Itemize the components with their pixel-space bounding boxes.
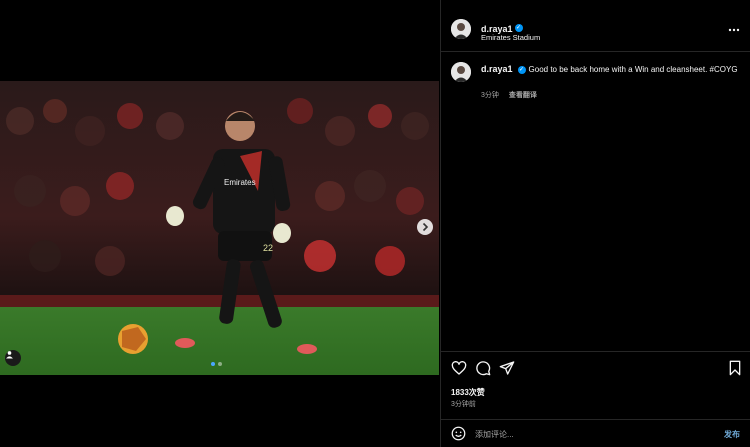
verified-badge-icon: ✓ — [514, 23, 523, 32]
avatar-image — [451, 62, 471, 82]
actions-divider — [441, 351, 750, 352]
carousel-dot-2 — [218, 362, 222, 366]
caption-time: 3分钟 — [481, 92, 499, 99]
post-header: d.raya1 ✓ Emirates Stadium — [441, 10, 750, 50]
caption-meta: 3分钟 查看翻译 — [481, 90, 545, 100]
send-icon — [499, 361, 515, 375]
emoji-icon — [451, 426, 466, 441]
post-location[interactable]: Emirates Stadium — [481, 33, 540, 42]
post-comment-button[interactable]: 发布 — [724, 429, 740, 440]
posted-time: 3分钟前 — [451, 401, 476, 408]
jersey-sponsor-text: Emirates — [224, 178, 256, 187]
post-actions — [441, 360, 750, 378]
heart-icon — [451, 361, 467, 375]
caption-avatar[interactable] — [451, 62, 471, 82]
more-options-icon — [728, 28, 740, 32]
post-details-panel: d.raya1 ✓ Emirates Stadium d.raya1 ✓ Good t… — [440, 0, 750, 447]
tagged-people-button[interactable] — [5, 350, 21, 366]
post-media[interactable]: Emirates 22 — [0, 81, 439, 375]
bookmark-icon — [729, 360, 741, 376]
save-button[interactable] — [728, 360, 742, 381]
comment-input[interactable]: 添加评论... — [475, 429, 514, 440]
more-options-button[interactable] — [728, 24, 740, 35]
author-avatar[interactable] — [451, 19, 471, 39]
post-photo: Emirates 22 — [0, 81, 439, 375]
verified-badge-icon: ✓ — [517, 65, 526, 74]
person-tag-icon — [6, 351, 13, 359]
carousel-dot-1 — [211, 362, 215, 366]
see-translation-link[interactable]: 查看翻译 — [509, 92, 537, 99]
header-divider — [441, 51, 750, 52]
comment-icon — [476, 361, 491, 376]
caption-text: Good to be back home with a Win and clea… — [528, 65, 738, 74]
post-caption: d.raya1 ✓ Good to be back home with a Win … — [481, 64, 743, 76]
avatar-image — [451, 19, 471, 39]
caption-username[interactable]: d.raya1 — [481, 64, 513, 74]
comment-button[interactable] — [475, 360, 491, 381]
like-button[interactable] — [451, 360, 467, 381]
chevron-right-icon — [422, 222, 429, 232]
share-button[interactable] — [499, 360, 515, 381]
likes-count[interactable]: 1833次赞 — [451, 387, 485, 398]
next-slide-button[interactable] — [417, 219, 433, 235]
jersey-number-text: 22 — [263, 243, 273, 253]
carousel-indicator — [211, 362, 222, 366]
emoji-button[interactable] — [451, 426, 466, 446]
comment-bar: 添加评论... 发布 — [441, 420, 750, 446]
